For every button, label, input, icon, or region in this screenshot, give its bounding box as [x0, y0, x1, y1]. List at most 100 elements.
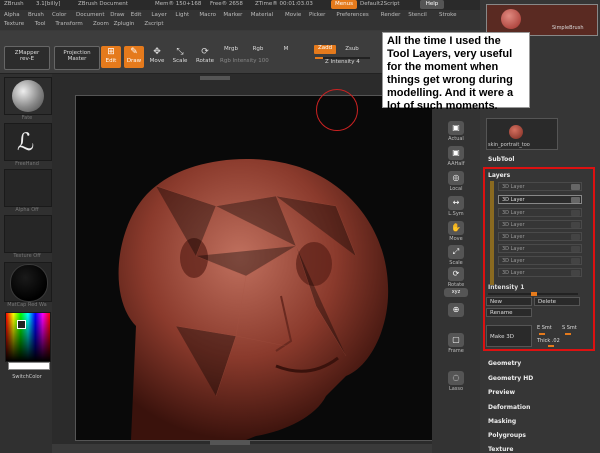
switch-color-button[interactable]: SwitchColor [4, 374, 50, 380]
help-button[interactable]: Help [420, 0, 444, 9]
menu-item-tool[interactable]: Tool [35, 21, 46, 27]
thick-handle[interactable] [548, 345, 554, 347]
menu-item-zplugin[interactable]: Zplugin [114, 21, 135, 27]
layer-row[interactable]: 3D Layer [498, 232, 582, 241]
menu-item-stroke[interactable]: Stroke [439, 12, 457, 18]
make-3d-button[interactable]: Make 3D [486, 325, 532, 347]
geometry-section[interactable]: Geometry [488, 360, 521, 367]
menus-button[interactable]: Menus [331, 0, 357, 9]
rename-layer-button[interactable]: Rename [486, 308, 532, 317]
intensity-slider-handle[interactable] [531, 292, 537, 296]
thick-slider[interactable]: Thick .02 [537, 338, 560, 344]
canvas-top-scroll-handle[interactable] [200, 76, 230, 80]
zmapper-button[interactable]: ZMapper rev-E [4, 46, 50, 70]
scale-button[interactable]: ⤡ Scale [170, 46, 190, 68]
menu-item-layer[interactable]: Layer [151, 12, 166, 18]
layer-row[interactable]: 3D Layer [498, 182, 582, 191]
move-button[interactable]: ✥ Move [147, 46, 167, 68]
menu-item-zoom[interactable]: Zoom [93, 21, 109, 27]
subtool-header[interactable]: SubTool [488, 156, 514, 163]
canvas-bottom-scroll-handle[interactable] [210, 441, 250, 445]
deformation-section[interactable]: Deformation [488, 404, 530, 411]
e-smt-slider[interactable]: E Smt [537, 325, 552, 331]
menu-item-color[interactable]: Color [52, 12, 66, 18]
material-thumbnail[interactable] [4, 262, 52, 302]
secondary-color-swatch[interactable] [8, 362, 50, 370]
transp-button[interactable]: ⊕ [436, 302, 476, 324]
layer-row[interactable]: 3D Layer [498, 195, 582, 204]
polygroups-section[interactable]: Polygroups [488, 432, 526, 439]
draw-button[interactable]: ✎ Draw [124, 46, 144, 68]
menu-item-zscript[interactable]: Zscript [144, 21, 163, 27]
menu-item-draw[interactable]: Draw [110, 12, 124, 18]
stroke-thumbnail[interactable]: ℒ [4, 123, 52, 161]
delete-layer-button[interactable]: Delete [534, 297, 580, 306]
menu-item-texture[interactable]: Texture [4, 21, 24, 27]
layers-header[interactable]: Layers [488, 172, 510, 179]
zadd-button[interactable]: Zadd [314, 45, 336, 54]
local-button[interactable]: ◎ Local [436, 170, 476, 192]
layer-row[interactable]: 3D Layer [498, 268, 582, 277]
menu-item-brush[interactable]: Brush [28, 12, 44, 18]
mrgb-button[interactable]: Mrgb [220, 46, 242, 55]
projection-master-button[interactable]: Projection Master [54, 46, 100, 70]
main-color-swatch[interactable] [17, 320, 26, 329]
menu-item-stencil[interactable]: Stencil [408, 12, 427, 18]
lsym-button[interactable]: ↔ L.Sym [436, 195, 476, 217]
menu-item-transform[interactable]: Transform [55, 21, 82, 27]
layer-eye-icon[interactable] [571, 210, 580, 216]
z-intensity-slider[interactable]: Z Intensity 4 [325, 59, 380, 68]
document-canvas[interactable] [75, 89, 435, 441]
edit-button[interactable]: ⊞ Edit [101, 46, 121, 68]
layer-eye-icon[interactable] [571, 246, 580, 252]
layer-eye-icon[interactable] [571, 258, 580, 264]
layer-eye-icon[interactable] [571, 197, 580, 203]
menu-item-preferences[interactable]: Preferences [336, 12, 368, 18]
menu-item-movie[interactable]: Movie [285, 12, 301, 18]
layer-eye-icon[interactable] [571, 184, 580, 190]
menu-item-alpha[interactable]: Alpha [4, 12, 20, 18]
xyz-button[interactable]: xyz [436, 288, 476, 298]
masking-section[interactable]: Masking [488, 418, 516, 425]
layers-scrollbar[interactable] [490, 181, 494, 285]
lasso-button[interactable]: ◌ Lasso [436, 370, 476, 392]
scale-view-button[interactable]: ⤢ Scale [436, 244, 476, 266]
menu-item-light[interactable]: Light [175, 12, 189, 18]
e-smt-handle[interactable] [539, 333, 545, 335]
s-smt-slider[interactable]: S Smt [562, 325, 577, 331]
brush-thumbnail[interactable] [4, 77, 52, 115]
alpha-thumbnail[interactable] [4, 169, 52, 207]
color-picker[interactable] [5, 312, 51, 362]
layer-row[interactable]: 3D Layer [498, 208, 582, 217]
m-button[interactable]: M [280, 46, 292, 55]
menu-item-material[interactable]: Material [251, 12, 273, 18]
rotate-button[interactable]: ⟳ Rotate [194, 46, 216, 68]
new-layer-button[interactable]: New [486, 297, 532, 306]
default-script[interactable]: Default2Script [360, 1, 400, 7]
rotate-view-button[interactable]: ⟳ Rotate [436, 266, 476, 288]
geometry-hd-section[interactable]: Geometry HD [488, 375, 533, 382]
zsub-button[interactable]: Zsub [343, 46, 361, 55]
layer-eye-icon[interactable] [571, 234, 580, 240]
menu-item-marker[interactable]: Marker [223, 12, 242, 18]
menu-item-picker[interactable]: Picker [309, 12, 325, 18]
actual-button[interactable]: ▣ Actual [436, 120, 476, 142]
aahalf-button[interactable]: ▣ AAHalf [436, 145, 476, 167]
layer-row[interactable]: 3D Layer [498, 256, 582, 265]
texture-section[interactable]: Texture [488, 446, 513, 453]
layer-eye-icon[interactable] [571, 270, 580, 276]
texture-thumbnail[interactable] [4, 215, 52, 253]
layer-row[interactable]: 3D Layer [498, 244, 582, 253]
menu-item-document[interactable]: Document [76, 12, 105, 18]
layer-eye-icon[interactable] [571, 222, 580, 228]
menu-item-macro[interactable]: Macro [199, 12, 216, 18]
s-smt-handle[interactable] [565, 333, 571, 335]
rgb-button[interactable]: Rgb [249, 46, 267, 55]
layer-row[interactable]: 3D Layer [498, 220, 582, 229]
menu-item-edit[interactable]: Edit [131, 12, 142, 18]
frame-button[interactable]: ▢ Frame [436, 332, 476, 354]
preview-section[interactable]: Preview [488, 389, 515, 396]
rgb-intensity-slider[interactable]: Rgb Intensity 100 [220, 58, 292, 67]
move-view-button[interactable]: ✋ Move [436, 220, 476, 242]
menu-item-render[interactable]: Render [381, 12, 401, 18]
